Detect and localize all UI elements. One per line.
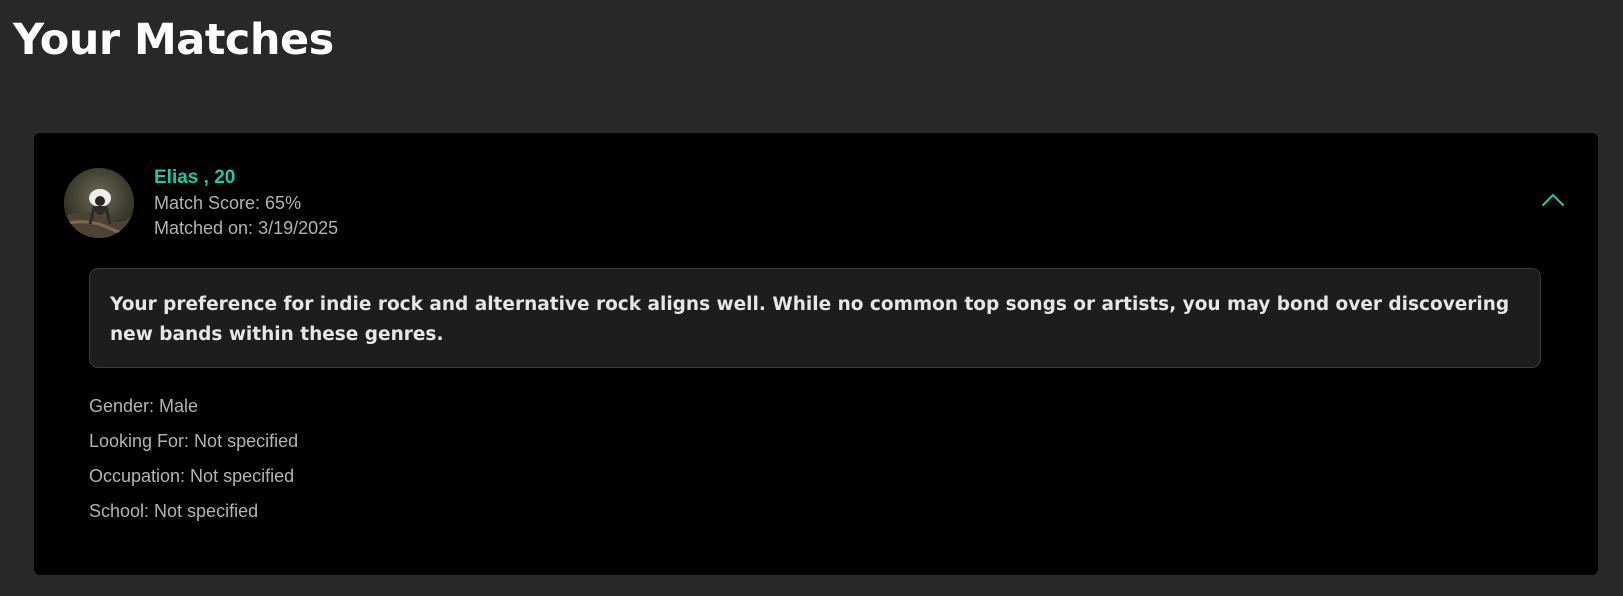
- match-card: Elias , 20 Match Score: 65% Matched on: …: [34, 133, 1598, 575]
- avatar: [64, 168, 134, 238]
- match-header[interactable]: Elias , 20 Match Score: 65% Matched on: …: [64, 167, 1568, 248]
- match-score: Match Score: 65%: [154, 193, 302, 213]
- page-title: Your Matches: [13, 15, 334, 65]
- compatibility-text: Your preference for indie rock and alter…: [110, 294, 1510, 345]
- detail-school: School: Not specified: [89, 501, 259, 521]
- detail-gender: Gender: Male: [89, 396, 199, 416]
- match-info: Elias , 20 Match Score: 65% Matched on: …: [154, 167, 339, 241]
- chevron-up-icon: [1542, 194, 1564, 206]
- collapse-toggle-button[interactable]: [1538, 186, 1568, 216]
- profile-photo: [64, 168, 134, 238]
- detail-occupation: Occupation: Not specified: [89, 466, 295, 486]
- match-details: Gender: Male Looking For: Not specified …: [89, 389, 298, 529]
- compatibility-summary: Your preference for indie rock and alter…: [89, 268, 1541, 368]
- detail-looking-for: Looking For: Not specified: [89, 431, 299, 451]
- matched-date: Matched on: 3/19/2025: [154, 218, 339, 238]
- match-name: Elias , 20: [154, 167, 236, 188]
